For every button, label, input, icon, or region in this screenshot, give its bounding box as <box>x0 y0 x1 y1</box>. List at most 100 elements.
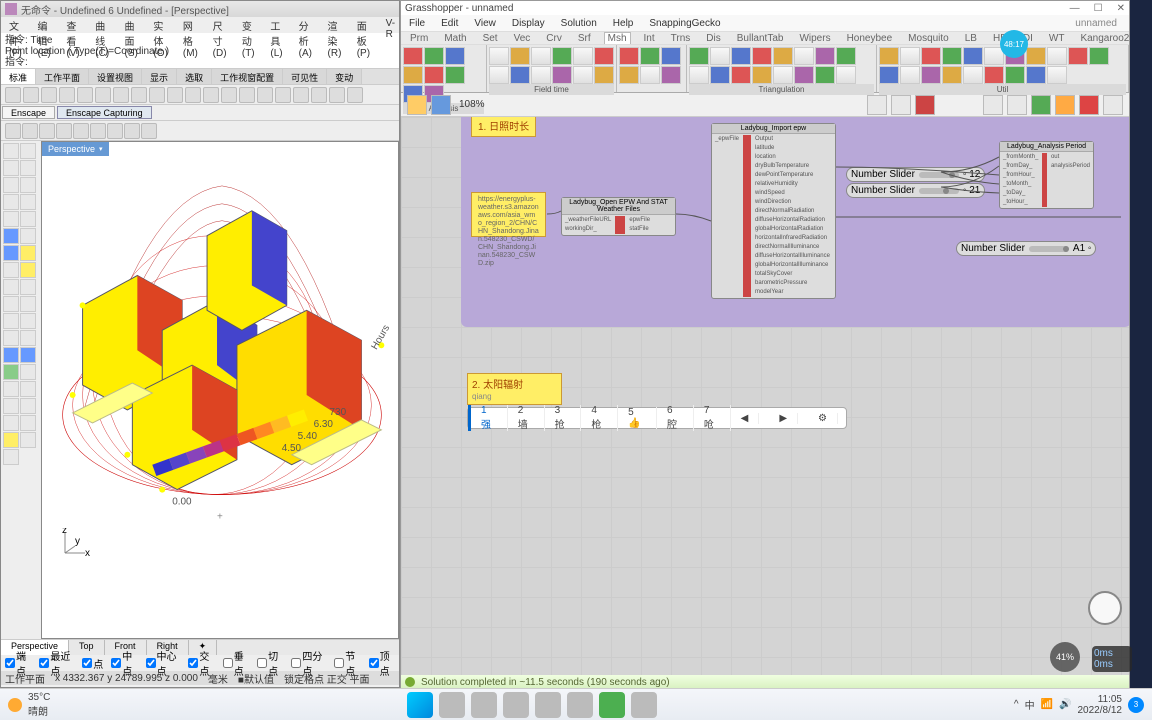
circle-icon[interactable] <box>3 177 19 193</box>
menu-edit[interactable]: 编辑(E) <box>34 17 61 33</box>
edge-icon[interactable] <box>503 692 529 718</box>
scale-icon[interactable] <box>3 330 19 346</box>
cat-msh[interactable]: Msh <box>604 32 631 44</box>
comp-icon[interactable] <box>815 47 835 65</box>
polygon-icon[interactable] <box>20 194 36 210</box>
open-icon[interactable] <box>407 95 427 115</box>
port-out[interactable]: directNormalRadiation <box>753 207 832 216</box>
text-icon[interactable] <box>20 364 36 380</box>
copy-icon[interactable] <box>95 87 111 103</box>
tool-icon[interactable] <box>221 87 237 103</box>
port-in[interactable]: _fromDay_ <box>1001 162 1040 171</box>
gh-titlebar[interactable]: Grasshopper - unnamed — ☐ ✕ <box>401 1 1129 15</box>
tray-date[interactable]: 2022/8/12 <box>1078 705 1123 716</box>
frame-icon[interactable] <box>867 95 887 115</box>
viewport-title[interactable]: Perspective <box>42 142 109 156</box>
ime-candidate[interactable]: 3 抢 <box>545 405 582 431</box>
misc3-icon[interactable] <box>3 449 19 465</box>
comp-icon[interactable] <box>794 66 814 84</box>
tray-chevron-icon[interactable]: ^ <box>1014 699 1019 710</box>
tray-time[interactable]: 11:05 <box>1078 694 1123 705</box>
save-icon[interactable] <box>431 95 451 115</box>
comp-icon[interactable] <box>815 66 835 84</box>
gh-menu-display[interactable]: Display <box>512 18 545 29</box>
rotate-icon[interactable] <box>20 313 36 329</box>
comp-icon[interactable] <box>573 47 593 65</box>
cat-trns[interactable]: Trns <box>668 33 694 44</box>
tool-icon[interactable] <box>203 87 219 103</box>
port-out[interactable]: epwFile <box>627 216 652 225</box>
comp-icon[interactable] <box>731 47 751 65</box>
comp-icon[interactable] <box>900 66 920 84</box>
rhino-toolbar-tabs[interactable]: 标准 工作平面 设置视图 显示 选取 工作视窗配置 可见性 变动 <box>1 69 399 85</box>
comp-icon[interactable] <box>403 47 423 65</box>
mode-icon[interactable] <box>1055 95 1075 115</box>
comp-icon[interactable] <box>921 66 941 84</box>
comp-icon[interactable] <box>1047 66 1067 84</box>
port-out[interactable]: windDirection <box>753 198 832 207</box>
edit-icon[interactable] <box>3 279 19 295</box>
pointer-icon[interactable] <box>3 143 19 159</box>
ime-next-icon[interactable]: ▶ <box>769 413 798 424</box>
tool-icon[interactable] <box>347 87 363 103</box>
ime-settings-icon[interactable]: ⚙ <box>808 413 838 424</box>
menu-panels[interactable]: 面板(P) <box>353 17 380 33</box>
port-out[interactable]: barometricPressure <box>753 279 832 288</box>
recording-badge[interactable]: 48:17 <box>1000 30 1028 58</box>
comp-icon[interactable] <box>445 47 465 65</box>
comp-icon[interactable] <box>552 66 572 84</box>
comp-icon[interactable] <box>879 47 899 65</box>
ime-candidate[interactable]: 2 墙 <box>508 405 545 431</box>
gh-menu-view[interactable]: View <box>474 18 496 29</box>
tab-standard[interactable]: 标准 <box>1 69 36 84</box>
mode-icon[interactable] <box>1103 95 1123 115</box>
port-out[interactable]: modelYear <box>753 288 832 297</box>
minimize-button[interactable]: — <box>1070 3 1080 14</box>
enscape-tool-icon[interactable] <box>90 123 106 139</box>
gh-menu-snappinggecko[interactable]: SnappingGecko <box>649 18 720 29</box>
cat-lb[interactable]: LB <box>962 33 980 44</box>
gh-menu-help[interactable]: Help <box>613 18 634 29</box>
enscape-tool-icon[interactable] <box>5 123 21 139</box>
comp-icon[interactable] <box>689 66 709 84</box>
menu-surface[interactable]: 曲面(S) <box>120 17 147 33</box>
help-icon[interactable] <box>20 415 36 431</box>
tab-display[interactable]: 显示 <box>142 69 177 84</box>
port-in[interactable]: _toMonth_ <box>1001 180 1040 189</box>
enscape-tool-icon[interactable] <box>107 123 123 139</box>
gh-menu-edit[interactable]: Edit <box>441 18 458 29</box>
rhino-titlebar[interactable]: 无命令 - Undefined 6 Undefined - [Perspecti… <box>1 1 399 17</box>
menu-file[interactable]: 文件(F) <box>5 17 32 33</box>
comp-icon[interactable] <box>510 47 530 65</box>
port-out[interactable]: dryBulbTemperature <box>753 162 832 171</box>
cat-kangaroo[interactable]: Kangaroo2 <box>1077 33 1132 44</box>
port-out[interactable]: analysisPeriod <box>1049 162 1092 171</box>
ime-candidate-bar[interactable]: 1 强 2 墙 3 抢 4 枪 5 👍 6 腔 7 呛 ◀ ▶ ⚙ <box>467 407 847 429</box>
comp-icon[interactable] <box>661 47 681 65</box>
misc2-icon[interactable] <box>20 432 36 448</box>
port-out[interactable]: out <box>1049 153 1092 162</box>
enscape-tool-icon[interactable] <box>22 123 38 139</box>
sketch-icon[interactable] <box>915 95 935 115</box>
comp-icon[interactable] <box>752 47 772 65</box>
port-out[interactable]: relativeHumidity <box>753 180 832 189</box>
undo-icon[interactable] <box>131 87 147 103</box>
tab-select[interactable]: 选取 <box>177 69 212 84</box>
comp-icon[interactable] <box>640 47 660 65</box>
cat-set[interactable]: Set <box>480 33 501 44</box>
comp-icon[interactable] <box>689 47 709 65</box>
tab-transform[interactable]: 变动 <box>327 69 362 84</box>
cat-vec[interactable]: Vec <box>511 33 534 44</box>
port-out[interactable]: diffuseHorizontalRadiation <box>753 216 832 225</box>
port-out[interactable]: horizontalInfraredRadiation <box>753 234 832 243</box>
comp-icon[interactable] <box>403 66 423 84</box>
port-out[interactable]: statFile <box>627 225 652 234</box>
ime-prev-icon[interactable]: ◀ <box>731 413 760 424</box>
comp-icon[interactable] <box>942 47 962 65</box>
curve2-icon[interactable] <box>20 211 36 227</box>
print-icon[interactable] <box>59 87 75 103</box>
panel-note-2[interactable]: 2. 太阳辐射 qiang <box>467 373 562 405</box>
port-out[interactable]: Output <box>753 135 832 144</box>
port-out[interactable]: windSpeed <box>753 189 832 198</box>
tab-cplane[interactable]: 工作平面 <box>36 69 89 84</box>
